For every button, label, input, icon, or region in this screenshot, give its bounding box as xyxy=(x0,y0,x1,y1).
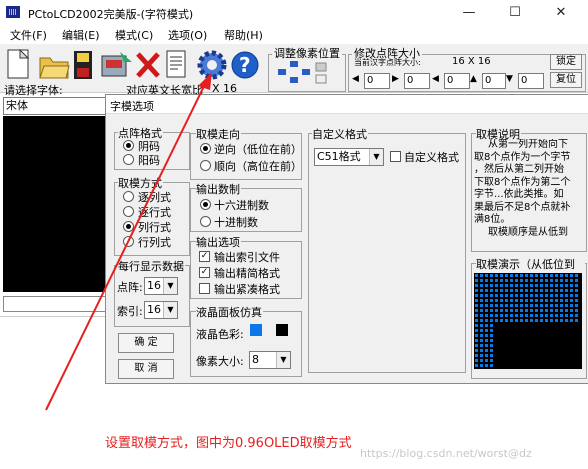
watermark-text: https://blog.csdn.net/worst@dz xyxy=(360,447,532,460)
annotation-text: 设置取模方式，图中为0.96OLED取模方式 xyxy=(105,436,352,451)
annotation-arrow xyxy=(45,72,212,411)
